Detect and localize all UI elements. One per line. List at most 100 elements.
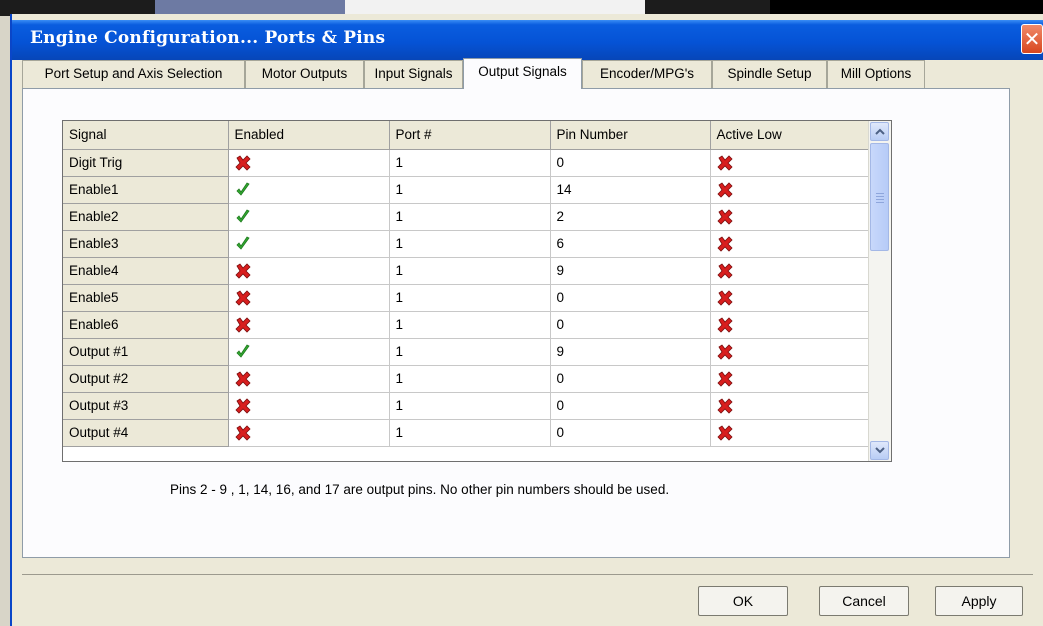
active-low-cell[interactable] (710, 176, 871, 204)
port-cell[interactable]: 1 (389, 365, 551, 393)
enabled-cell[interactable] (228, 257, 390, 285)
apply-button[interactable]: Apply (935, 586, 1023, 616)
signal-name: Enable4 (63, 257, 229, 285)
port-cell[interactable]: 1 (389, 176, 551, 204)
red-x-icon (716, 370, 733, 387)
signal-name: Output #2 (63, 365, 229, 393)
pin-number-cell[interactable]: 9 (550, 257, 711, 285)
tab-spindle-setup[interactable]: Spindle Setup (712, 60, 827, 88)
scroll-down-button[interactable] (870, 441, 889, 460)
cancel-button[interactable]: Cancel (819, 586, 909, 616)
tab-output-signals[interactable]: Output Signals (463, 58, 582, 89)
red-x-icon (234, 262, 251, 279)
red-x-icon (234, 316, 251, 333)
enabled-cell[interactable] (228, 311, 390, 339)
active-low-cell[interactable] (710, 149, 871, 177)
port-cell[interactable]: 1 (389, 257, 551, 285)
red-x-icon (716, 208, 733, 225)
pin-number-cell[interactable]: 0 (550, 419, 711, 447)
red-x-icon (716, 316, 733, 333)
signal-name: Output #4 (63, 419, 229, 447)
red-x-icon (716, 289, 733, 306)
pin-number-cell[interactable]: 9 (550, 338, 711, 366)
table-row[interactable]: Enable2 1 2 (63, 203, 871, 231)
scroll-up-button[interactable] (870, 122, 889, 141)
enabled-cell[interactable] (228, 176, 390, 204)
red-x-icon (716, 235, 733, 252)
enabled-cell[interactable] (228, 419, 390, 447)
column-header[interactable]: Port # (389, 121, 551, 150)
port-cell[interactable]: 1 (389, 230, 551, 258)
signal-name: Enable5 (63, 284, 229, 312)
title-bar[interactable]: Engine Configuration... Ports & Pins ✕ (12, 20, 1043, 60)
table-row[interactable]: Digit Trig 1 0 (63, 149, 871, 177)
active-low-cell[interactable] (710, 311, 871, 339)
chevron-down-icon (875, 447, 885, 454)
active-low-cell[interactable] (710, 392, 871, 420)
window-title: Engine Configuration... Ports & Pins (30, 28, 386, 48)
port-cell[interactable]: 1 (389, 392, 551, 420)
pin-number-cell[interactable]: 0 (550, 392, 711, 420)
table-row[interactable]: Enable6 1 0 (63, 311, 871, 339)
tab-port-setup-and-axis-selection[interactable]: Port Setup and Axis Selection (22, 60, 245, 88)
vertical-scrollbar[interactable] (868, 121, 891, 461)
port-cell[interactable]: 1 (389, 284, 551, 312)
tab-mill-options[interactable]: Mill Options (827, 60, 925, 88)
table-row[interactable]: Output #3 1 0 (63, 392, 871, 420)
green-check-icon (235, 343, 251, 358)
red-x-icon (234, 424, 251, 441)
tab-input-signals[interactable]: Input Signals (364, 60, 463, 88)
column-header[interactable]: Signal (63, 121, 229, 150)
red-x-icon (716, 397, 733, 414)
table-row[interactable]: Output #4 1 0 (63, 419, 871, 447)
signal-name: Output #3 (63, 392, 229, 420)
pin-number-cell[interactable]: 0 (550, 284, 711, 312)
active-low-cell[interactable] (710, 419, 871, 447)
active-low-cell[interactable] (710, 257, 871, 285)
divider (22, 574, 1033, 575)
signal-name: Enable6 (63, 311, 229, 339)
port-cell[interactable]: 1 (389, 203, 551, 231)
close-icon: ✕ (1023, 27, 1041, 51)
green-check-icon (235, 181, 251, 196)
pin-number-cell[interactable]: 14 (550, 176, 711, 204)
pin-number-cell[interactable]: 6 (550, 230, 711, 258)
scroll-thumb[interactable] (870, 143, 889, 251)
tab-encoder-mpg-s[interactable]: Encoder/MPG's (582, 60, 712, 88)
active-low-cell[interactable] (710, 284, 871, 312)
table-row[interactable]: Enable1 1 14 (63, 176, 871, 204)
active-low-cell[interactable] (710, 365, 871, 393)
active-low-cell[interactable] (710, 203, 871, 231)
table-row[interactable]: Output #1 1 9 (63, 338, 871, 366)
enabled-cell[interactable] (228, 338, 390, 366)
green-check-icon (235, 235, 251, 250)
close-button[interactable]: ✕ (1021, 24, 1043, 54)
column-header[interactable]: Pin Number (550, 121, 711, 150)
table-row[interactable]: Output #2 1 0 (63, 365, 871, 393)
enabled-cell[interactable] (228, 230, 390, 258)
table-row[interactable]: Enable4 1 9 (63, 257, 871, 285)
pin-number-cell[interactable]: 0 (550, 149, 711, 177)
table-row[interactable]: Enable3 1 6 (63, 230, 871, 258)
enabled-cell[interactable] (228, 203, 390, 231)
ok-button[interactable]: OK (698, 586, 788, 616)
port-cell[interactable]: 1 (389, 311, 551, 339)
column-header[interactable]: Active Low (710, 121, 871, 150)
active-low-cell[interactable] (710, 230, 871, 258)
tab-motor-outputs[interactable]: Motor Outputs (245, 60, 364, 88)
pin-number-cell[interactable]: 0 (550, 365, 711, 393)
enabled-cell[interactable] (228, 149, 390, 177)
signals-table: Signal Enabled Port # Pin Number Active Low … (63, 121, 871, 447)
port-cell[interactable]: 1 (389, 149, 551, 177)
pin-number-cell[interactable]: 2 (550, 203, 711, 231)
output-signals-grid[interactable]: Signal Enabled Port # Pin Number Active Low … (62, 120, 892, 462)
port-cell[interactable]: 1 (389, 338, 551, 366)
enabled-cell[interactable] (228, 365, 390, 393)
port-cell[interactable]: 1 (389, 419, 551, 447)
active-low-cell[interactable] (710, 338, 871, 366)
enabled-cell[interactable] (228, 392, 390, 420)
table-row[interactable]: Enable5 1 0 (63, 284, 871, 312)
enabled-cell[interactable] (228, 284, 390, 312)
column-header[interactable]: Enabled (228, 121, 390, 150)
pin-number-cell[interactable]: 0 (550, 311, 711, 339)
